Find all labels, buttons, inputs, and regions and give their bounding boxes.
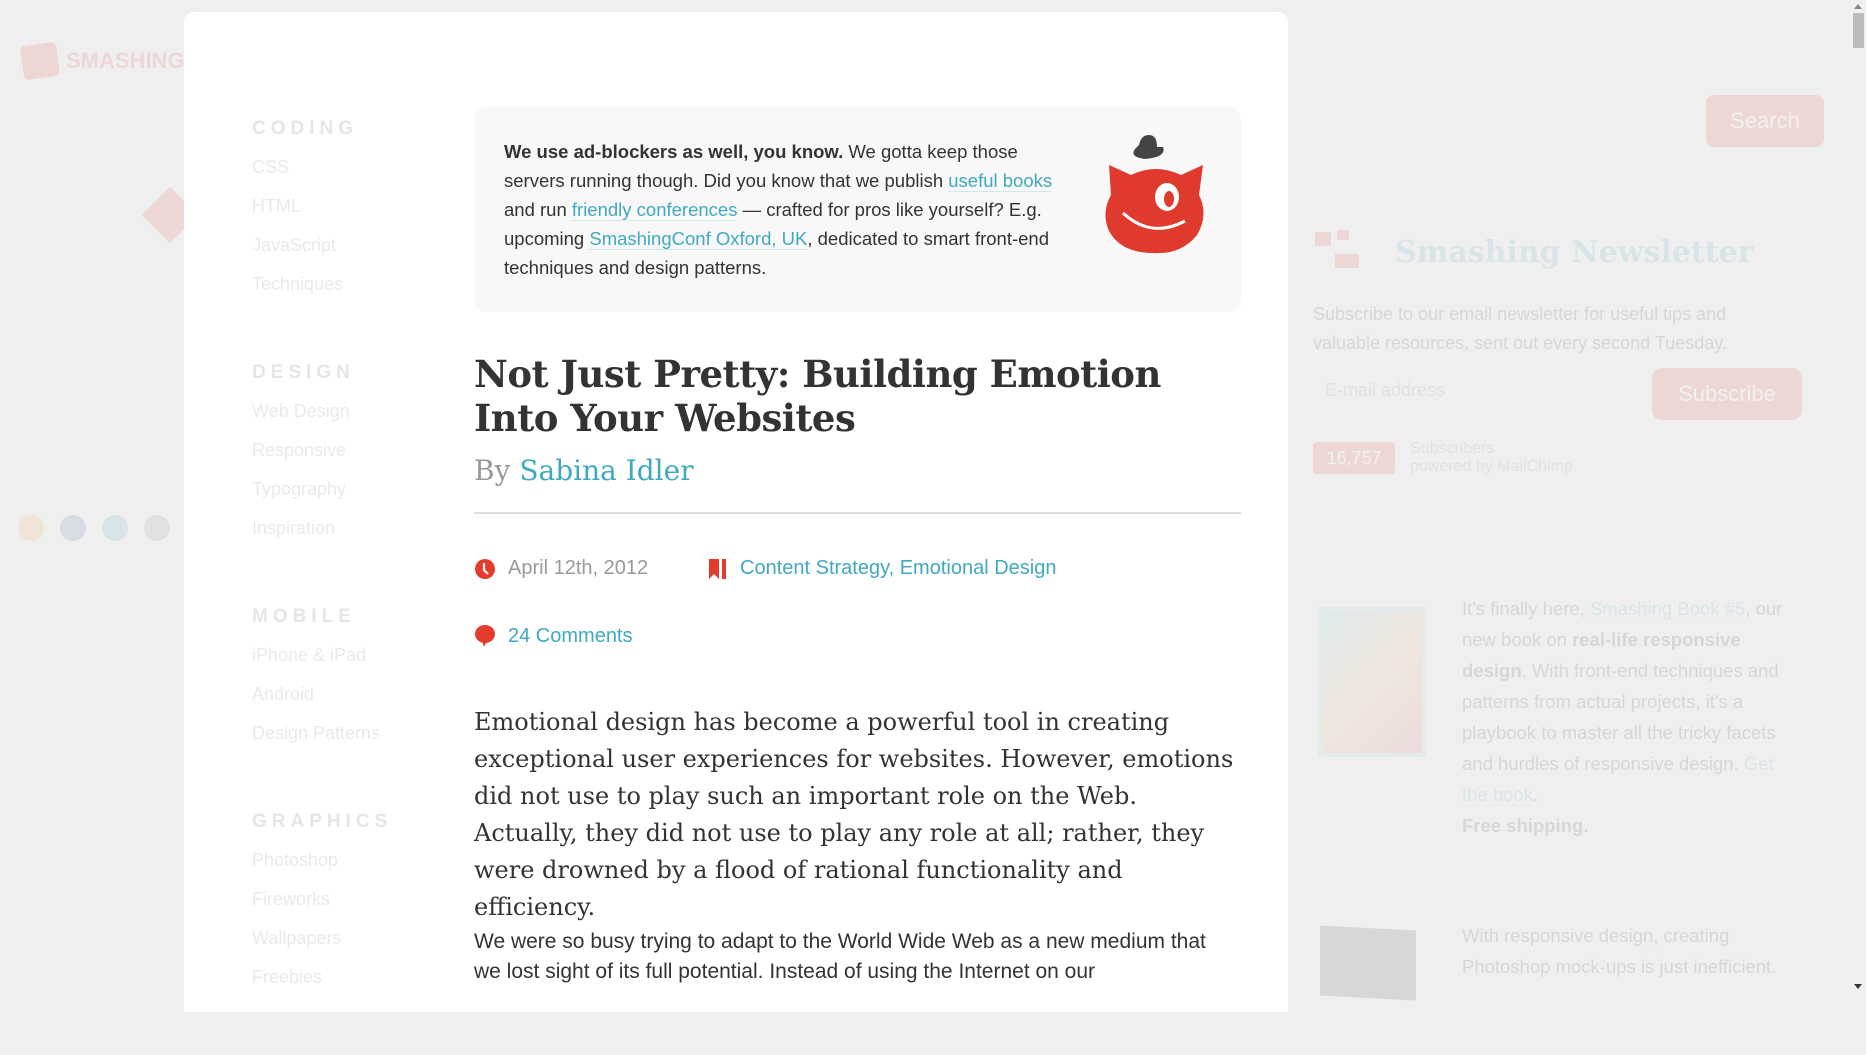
nav-item-typography[interactable]: Typography [252, 476, 422, 515]
googleplus-icon[interactable] [144, 515, 170, 541]
nav-heading: CODING [252, 118, 358, 139]
nav-item-javascript[interactable]: JavaScript [252, 232, 422, 271]
article-paragraph: We were so busy trying to adapt to the W… [474, 930, 1206, 983]
smashing-cat-mascot-icon [1105, 135, 1204, 254]
newsletter-email-input[interactable]: E-mail address [1325, 380, 1445, 401]
article-categories: Content Strategy, Emotional Design [708, 557, 1056, 580]
nav-item-fireworks[interactable]: Fireworks [252, 886, 422, 925]
nav-item-iphone-ipad[interactable]: iPhone & iPad [252, 642, 422, 681]
article-panel: CODING CSS HTML JavaScript Techniques DE… [184, 12, 1288, 1012]
book-link[interactable]: Smashing Book #5 [1589, 598, 1746, 620]
smashing-logo[interactable]: SMASHING [19, 41, 185, 81]
nav-item-android[interactable]: Android [252, 681, 422, 720]
nav-group-mobile: MOBILE iPhone & iPad Android Design Patt… [252, 606, 422, 759]
author-link[interactable]: Sabina Idler [519, 454, 693, 487]
adblock-notice: We use ad-blockers as well, you know. We… [474, 107, 1241, 312]
comments-link[interactable]: 24 Comments [508, 625, 633, 648]
nav-group-design: DESIGN Web Design Responsive Typography … [252, 362, 422, 554]
article-lead: Emotional design has become a powerful t… [474, 708, 1234, 921]
book-promo: It's finally here, Smashing Book #5, our… [1462, 598, 1783, 836]
newsletter-title: Smashing Newsletter [1395, 235, 1754, 270]
byline: By Sabina Idler [474, 454, 694, 487]
nav-item-freebies[interactable]: Freebies [252, 964, 422, 1003]
subscriber-count: 16,757 [1313, 442, 1395, 474]
twitter-icon[interactable] [102, 515, 128, 541]
facebook-icon[interactable] [60, 515, 86, 541]
nav-item-inspiration[interactable]: Inspiration [252, 515, 422, 554]
nav-item-responsive[interactable]: Responsive [252, 437, 422, 476]
category-nav: CODING CSS HTML JavaScript Techniques DE… [252, 118, 422, 1055]
nav-item-css[interactable]: CSS [252, 154, 422, 193]
nav-heading: GRAPHICS [252, 811, 393, 832]
clock-icon [475, 558, 495, 579]
nav-group-graphics: GRAPHICS Photoshop Fireworks Wallpapers … [252, 811, 422, 1003]
date-text: April 12th, 2012 [508, 557, 649, 579]
notice-text: and run [504, 199, 572, 220]
scroll-down-arrow-icon[interactable] [1854, 984, 1862, 989]
subscribers-info: Subscribers powered by MailChimp [1410, 440, 1573, 476]
book-promo-2: With responsive design, creating Photosh… [1462, 925, 1777, 977]
free-shipping: Free shipping. [1462, 815, 1589, 836]
scrollbar-thumb[interactable] [1853, 13, 1864, 48]
scroll-up-arrow-icon[interactable] [1854, 4, 1862, 9]
notice-bold: We use ad-blockers as well, you know. [504, 141, 844, 162]
social-links [18, 515, 170, 541]
promo-text: It's finally here, [1462, 598, 1590, 619]
newsletter-icon [1315, 230, 1359, 268]
nav-heading: DESIGN [252, 362, 355, 383]
nav-item-design-patterns[interactable]: Design Patterns [252, 720, 422, 759]
comment-bubble-icon [475, 625, 495, 647]
subscribers-label: Subscribers [1410, 440, 1495, 457]
logo-icon [19, 41, 61, 81]
nav-group-coding: CODING CSS HTML JavaScript Techniques [252, 118, 422, 310]
scrollbar[interactable] [1850, 0, 1866, 994]
nav-item-wallpapers[interactable]: Wallpapers [252, 925, 422, 964]
nav-item-html[interactable]: HTML [252, 193, 422, 232]
useful-books-link[interactable]: useful books [948, 170, 1053, 192]
logo-text: SMASHING [66, 48, 185, 73]
friendly-conferences-link[interactable]: friendly conferences [571, 199, 738, 221]
nav-heading: MOBILE [252, 606, 356, 627]
rss-icon[interactable] [18, 515, 44, 541]
powered-by: powered by MailChimp [1410, 458, 1573, 475]
article-title: Not Just Pretty: Building Emotion Into Y… [474, 352, 1161, 440]
byline-prefix: By [474, 454, 511, 487]
adblock-notice-text: We use ad-blockers as well, you know. We… [504, 137, 1074, 282]
newsletter-description: Subscribe to our email newsletter for us… [1313, 304, 1727, 353]
categories-link[interactable]: Content Strategy, Emotional Design [740, 557, 1056, 580]
divider [474, 512, 1241, 514]
subscribe-button[interactable]: Subscribe [1652, 368, 1802, 420]
article-comments[interactable]: 24 Comments [474, 624, 633, 648]
book-cover-smashing-5[interactable] [1318, 607, 1426, 757]
bookmark-icon [709, 558, 726, 579]
article-date: April 12th, 2012 [474, 557, 648, 580]
nav-item-web-design[interactable]: Web Design [252, 398, 422, 437]
book-cover-2[interactable] [1320, 925, 1416, 1001]
nav-item-techniques[interactable]: Techniques [252, 271, 422, 310]
search-button[interactable]: Search [1706, 95, 1824, 147]
nav-item-photoshop[interactable]: Photoshop [252, 847, 422, 886]
smashingconf-oxford-link[interactable]: SmashingConf Oxford, UK [589, 228, 808, 250]
